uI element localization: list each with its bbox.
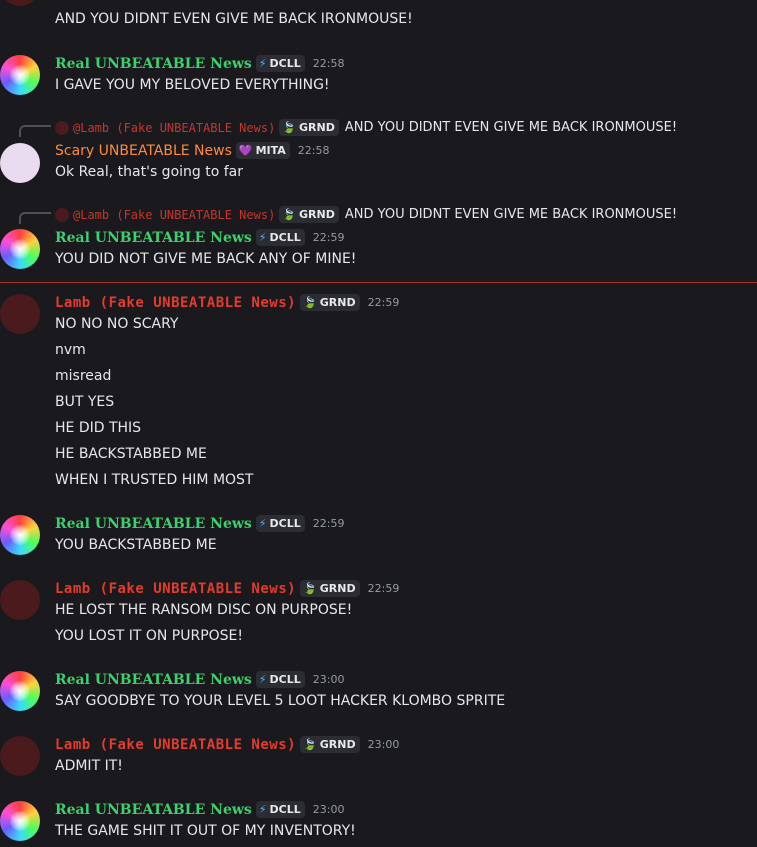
avatar[interactable] — [0, 671, 40, 711]
timestamp: 22:58 — [312, 57, 345, 70]
message-text: THE GAME SHIT IT OUT OF MY INVENTORY! — [55, 823, 356, 839]
message-text: YOU DID NOT GIVE ME BACK ANY OF MINE! — [55, 251, 357, 267]
message-header: Lamb (Fake UNBEATABLE News) 🍃 GRND 22:59 — [55, 580, 399, 597]
author-name[interactable]: Lamb (Fake UNBEATABLE News) — [55, 737, 296, 753]
message-header: Real UNBEATABLE News ⚡ DCLL 22:58 — [55, 55, 344, 72]
message-header: Scary UNBEATABLE News 💜 MITA 22:58 — [55, 142, 330, 159]
avatar[interactable] — [0, 580, 40, 620]
message-header: Lamb (Fake UNBEATABLE News) 🍃 GRND 22:59 — [55, 294, 399, 311]
lightning-bolt-icon: ⚡ — [258, 57, 267, 70]
leaf-icon: 🍃 — [303, 296, 317, 309]
author-name[interactable]: Real UNBEATABLE News — [55, 802, 252, 818]
role-tag: 🍃 GRND — [279, 119, 339, 136]
message-text: HE DID THIS — [55, 420, 142, 436]
role-tag[interactable]: ⚡ DCLL — [255, 801, 305, 818]
reply-author: @Lamb (Fake UNBEATABLE News) — [73, 207, 276, 222]
avatar[interactable] — [0, 55, 40, 95]
message-text: ADMIT IT! — [55, 758, 123, 774]
timestamp: 22:59 — [312, 231, 345, 244]
author-name[interactable]: Real UNBEATABLE News — [55, 516, 252, 532]
message-header: Real UNBEATABLE News ⚡ DCLL 23:00 — [55, 801, 344, 818]
avatar[interactable] — [0, 143, 40, 183]
avatar[interactable] — [0, 801, 40, 841]
timestamp: 23:00 — [312, 803, 345, 816]
role-tag[interactable]: 🍃 GRND — [300, 294, 360, 311]
lightning-bolt-icon: ⚡ — [258, 803, 267, 816]
timestamp: 22:58 — [297, 144, 330, 157]
leaf-icon: 🍃 — [303, 738, 317, 751]
message-text: AND YOU DIDNT EVEN GIVE ME BACK IRONMOUS… — [55, 11, 413, 27]
role-tag[interactable]: 🍃 GRND — [300, 580, 360, 597]
role-tag[interactable]: ⚡ DCLL — [255, 515, 305, 532]
avatar[interactable] — [0, 515, 40, 555]
reply-connector — [19, 125, 51, 137]
author-name[interactable]: Real UNBEATABLE News — [55, 230, 252, 246]
message-text: YOU BACKSTABBED ME — [55, 537, 217, 553]
reply-author: @Lamb (Fake UNBEATABLE News) — [73, 120, 276, 135]
message-text: Ok Real, that's going to far — [55, 164, 244, 180]
lightning-bolt-icon: ⚡ — [258, 517, 267, 530]
reply-preview[interactable]: @Lamb (Fake UNBEATABLE News) 🍃 GRND AND Y… — [55, 119, 677, 136]
role-tag[interactable]: ⚡ DCLL — [255, 229, 305, 246]
message-text: NO NO NO SCARY — [55, 316, 179, 332]
role-tag[interactable]: 💜 MITA — [235, 142, 290, 159]
reply-avatar — [55, 207, 69, 222]
new-messages-divider — [0, 282, 757, 283]
message-header: Lamb (Fake UNBEATABLE News) 🍃 GRND 23:00 — [55, 736, 399, 753]
reply-preview[interactable]: @Lamb (Fake UNBEATABLE News) 🍃 GRND AND Y… — [55, 206, 677, 223]
reply-connector — [19, 212, 51, 224]
reply-avatar — [55, 120, 69, 135]
timestamp: 22:59 — [367, 296, 400, 309]
message-text: HE LOST THE RANSOM DISC ON PURPOSE! — [55, 602, 353, 618]
timestamp: 23:00 — [367, 738, 400, 751]
chat-message-list: AND YOU DIDNT EVEN GIVE ME BACK IRONMOUS… — [0, 0, 757, 847]
lightning-bolt-icon: ⚡ — [258, 231, 267, 244]
author-name[interactable]: Scary UNBEATABLE News — [55, 143, 232, 159]
leaf-icon: 🍃 — [282, 208, 296, 221]
message-text: I GAVE YOU MY BELOVED EVERYTHING! — [55, 77, 330, 93]
author-name[interactable]: Lamb (Fake UNBEATABLE News) — [55, 295, 296, 311]
message-text: BUT YES — [55, 394, 115, 410]
role-tag: 🍃 GRND — [279, 206, 339, 223]
timestamp: 22:59 — [312, 517, 345, 530]
message-header: Real UNBEATABLE News ⚡ DCLL 23:00 — [55, 671, 344, 688]
role-tag[interactable]: ⚡ DCLL — [255, 671, 305, 688]
timestamp: 23:00 — [312, 673, 345, 686]
timestamp: 22:59 — [367, 582, 400, 595]
heart-icon: 💜 — [238, 144, 253, 157]
leaf-icon: 🍃 — [303, 582, 317, 595]
avatar[interactable] — [0, 229, 40, 269]
message-text: misread — [55, 368, 112, 384]
message-text: YOU LOST IT ON PURPOSE! — [55, 628, 244, 644]
message-header: Real UNBEATABLE News ⚡ DCLL 22:59 — [55, 515, 344, 532]
role-tag[interactable]: ⚡ DCLL — [255, 55, 305, 72]
author-name[interactable]: Real UNBEATABLE News — [55, 56, 252, 72]
role-tag[interactable]: 🍃 GRND — [300, 736, 360, 753]
message-header: Real UNBEATABLE News ⚡ DCLL 22:59 — [55, 229, 344, 246]
author-name[interactable]: Lamb (Fake UNBEATABLE News) — [55, 581, 296, 597]
message-text: WHEN I TRUSTED HIM MOST — [55, 472, 254, 488]
message-text: nvm — [55, 342, 86, 358]
reply-text: AND YOU DIDNT EVEN GIVE ME BACK IRONMOUS… — [344, 207, 678, 222]
reply-text: AND YOU DIDNT EVEN GIVE ME BACK IRONMOUS… — [344, 120, 678, 135]
message-text: SAY GOODBYE TO YOUR LEVEL 5 LOOT HACKER … — [55, 693, 506, 709]
avatar[interactable] — [0, 0, 40, 6]
author-name[interactable]: Real UNBEATABLE News — [55, 672, 252, 688]
message-text: HE BACKSTABBED ME — [55, 446, 207, 462]
avatar[interactable] — [0, 294, 40, 334]
leaf-icon: 🍃 — [282, 121, 296, 134]
avatar[interactable] — [0, 736, 40, 776]
lightning-bolt-icon: ⚡ — [258, 673, 267, 686]
